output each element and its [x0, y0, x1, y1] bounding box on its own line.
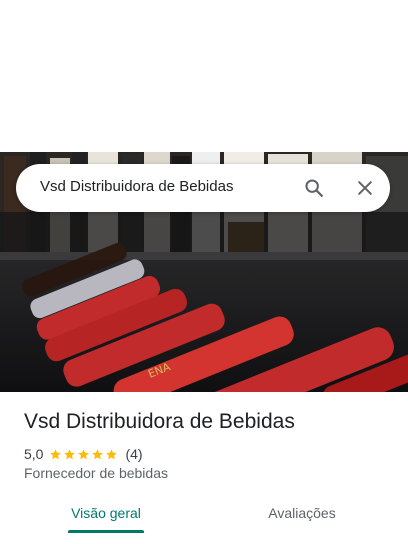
star-icon — [50, 448, 62, 459]
star-rating — [49, 448, 119, 461]
place-title: Vsd Distribuidora de Bebidas — [24, 410, 295, 433]
map-area-blank — [0, 0, 408, 152]
search-input[interactable]: Vsd Distribuidora de Bebidas — [40, 178, 233, 195]
rating-row[interactable]: 5,0 (4) — [24, 445, 143, 463]
search-icon[interactable] — [302, 176, 326, 200]
tab-reviews[interactable]: Avaliações — [200, 496, 404, 536]
active-tab-indicator — [68, 530, 144, 533]
place-category[interactable]: Fornecedor de bebidas — [24, 465, 168, 481]
star-icon — [92, 448, 104, 459]
review-count[interactable]: (4) — [125, 446, 142, 462]
star-icon — [106, 448, 118, 459]
search-bar[interactable]: Vsd Distribuidora de Bebidas — [16, 164, 390, 212]
star-icon — [64, 448, 76, 459]
close-icon[interactable] — [353, 176, 377, 200]
place-panel: ENA Vsd Distribuidora de Bebidas Vsd Dis… — [0, 0, 408, 544]
star-icon — [78, 448, 90, 459]
rating-value: 5,0 — [24, 446, 44, 462]
tab-bar: Visão geral Avaliações — [0, 496, 408, 536]
